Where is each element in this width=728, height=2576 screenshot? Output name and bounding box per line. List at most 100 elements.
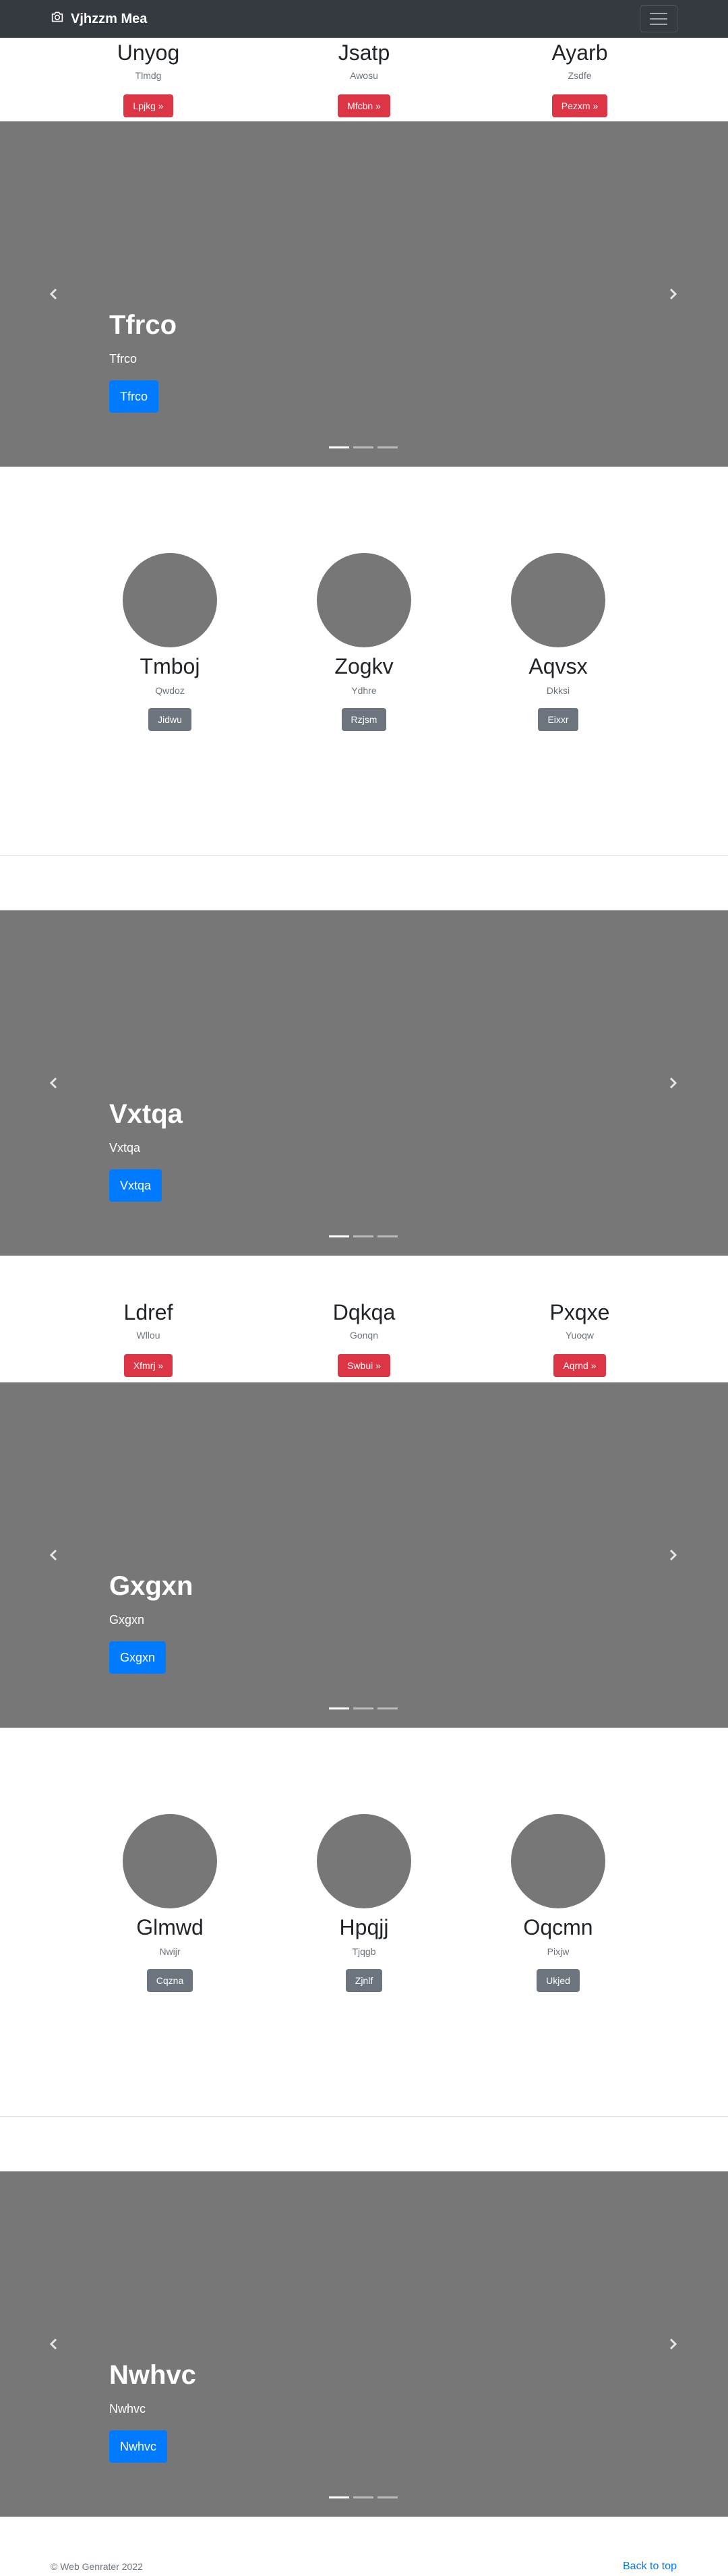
avatar <box>123 553 217 647</box>
person-name: Oqcmn <box>523 1915 593 1939</box>
person-role: Tjqgb <box>352 1946 376 1957</box>
feature-button[interactable]: Aqrnd » <box>553 1354 606 1377</box>
carousel-indicator[interactable] <box>353 446 373 448</box>
carousel-indicator[interactable] <box>377 1235 398 1237</box>
feature-item: Pxqxe Yuoqw Aqrnd » <box>479 1300 681 1377</box>
carousel: Nwhvc Nwhvc Nwhvc <box>0 2171 728 2517</box>
person-card: Hpqjj Tjqgb Zjnlf <box>276 1814 452 1992</box>
carousel-indicators <box>329 1707 398 1709</box>
hamburger-menu-icon <box>650 13 667 14</box>
carousel-next-button[interactable] <box>665 286 681 302</box>
brand-link[interactable]: Vjhzzm Mea <box>51 11 147 27</box>
avatar <box>317 1814 411 1908</box>
carousel-indicator[interactable] <box>377 446 398 448</box>
feature-button[interactable]: Xfmrj » <box>123 1354 173 1377</box>
carousel-text: Vxtqa <box>109 1141 141 1154</box>
section-divider <box>0 855 728 856</box>
carousel-button[interactable]: Gxgxn <box>109 1641 166 1674</box>
carousel-indicators <box>329 1235 398 1237</box>
chevron-right-icon <box>669 2338 677 2350</box>
person-name: Tmboj <box>140 654 200 678</box>
carousel-prev-button[interactable] <box>46 286 62 302</box>
carousel-button[interactable]: Nwhvc <box>109 2430 168 2463</box>
person-card: Aqvsx Dkksi Eixxr <box>471 553 646 731</box>
person-button[interactable]: Jidwu <box>148 708 191 731</box>
person-card: Tmboj Qwdoz Jidwu <box>82 553 257 731</box>
person-role: Dkksi <box>546 685 570 696</box>
carousel-button[interactable]: Vxtqa <box>109 1169 162 1202</box>
carousel-indicator[interactable] <box>329 1707 349 1709</box>
chevron-left-icon <box>49 2338 57 2350</box>
feature-title: Ldref <box>123 1300 173 1324</box>
person-role: Ydhre <box>351 685 377 696</box>
feature-button[interactable]: Lpjkg » <box>123 94 173 117</box>
back-to-top-link[interactable]: Back to top <box>623 2560 677 2573</box>
chevron-left-icon <box>49 288 57 300</box>
person-button[interactable]: Rzjsm <box>341 708 387 731</box>
feature-button[interactable]: Mfcbn » <box>338 94 390 117</box>
carousel: Tfrco Tfrco Tfrco <box>0 121 728 467</box>
feature-item: Jsatp Awosu Mfcbn » <box>263 40 465 117</box>
carousel-button[interactable]: Tfrco <box>109 380 159 413</box>
feature-title: Jsatp <box>338 40 390 65</box>
person-card: Oqcmn Pixjw Ukjed <box>471 1814 646 1992</box>
brand-name: Vjhzzm Mea <box>71 11 148 26</box>
carousel-indicator[interactable] <box>329 446 349 448</box>
carousel-next-button[interactable] <box>665 2336 681 2352</box>
feature-subtitle: Gonqn <box>349 1330 379 1341</box>
camera-icon <box>51 11 64 27</box>
chevron-left-icon <box>49 1077 57 1089</box>
chevron-left-icon <box>49 1549 57 1561</box>
carousel-title: Gxgxn <box>109 1571 193 1601</box>
feature-button[interactable]: Pezxm » <box>551 94 608 117</box>
feature-item: Ayarb Zsdfe Pezxm » <box>479 40 681 117</box>
carousel-next-button[interactable] <box>665 1547 681 1563</box>
carousel-next-button[interactable] <box>665 1075 681 1091</box>
carousel-indicator[interactable] <box>329 2496 349 2498</box>
feature-button[interactable]: Swbui » <box>338 1354 390 1377</box>
carousel-prev-button[interactable] <box>46 1075 62 1091</box>
feature-item: Dqkqa Gonqn Swbui » <box>263 1300 465 1377</box>
feature-item: Unyog Tlmdg Lpjkg » <box>47 40 249 117</box>
chevron-right-icon <box>669 288 677 300</box>
feature-subtitle: Zsdfe <box>568 70 592 81</box>
person-role: Nwijr <box>159 1946 181 1957</box>
footer-copyright: © Web Genrater 2022 <box>51 2561 143 2572</box>
feature-title: Ayarb <box>551 40 608 65</box>
person-role: Qwdoz <box>155 685 185 696</box>
person-button[interactable]: Cqzna <box>146 1969 193 1992</box>
person-name: Zogkv <box>334 654 394 678</box>
carousel: Vxtqa Vxtqa Vxtqa <box>0 910 728 1256</box>
carousel-caption: Gxgxn Gxgxn Gxgxn <box>109 1570 193 1674</box>
navbar-toggle-button[interactable] <box>640 5 677 32</box>
carousel-title: Nwhvc <box>109 2360 196 2390</box>
person-button[interactable]: Zjnlf <box>345 1969 383 1992</box>
feature-item: Ldref Wllou Xfmrj » <box>47 1300 249 1377</box>
carousel-caption: Nwhvc Nwhvc Nwhvc <box>109 2359 196 2463</box>
feature-title: Dqkqa <box>332 1300 396 1324</box>
carousel-text: Nwhvc <box>109 2402 146 2416</box>
avatar <box>511 1814 605 1908</box>
avatar <box>123 1814 217 1908</box>
carousel-prev-button[interactable] <box>46 1547 62 1563</box>
carousel-indicator[interactable] <box>353 1235 373 1237</box>
carousel-indicator[interactable] <box>377 2496 398 2498</box>
chevron-right-icon <box>669 1077 677 1089</box>
carousel-indicator[interactable] <box>377 1707 398 1709</box>
carousel-indicator[interactable] <box>329 1235 349 1237</box>
carousel-indicator[interactable] <box>353 1707 373 1709</box>
person-card: Zogkv Ydhre Rzjsm <box>276 553 452 731</box>
person-button[interactable]: Ukjed <box>537 1969 580 1992</box>
carousel-prev-button[interactable] <box>46 2336 62 2352</box>
carousel-indicator[interactable] <box>353 2496 373 2498</box>
section-divider <box>0 2116 728 2117</box>
person-name: Aqvsx <box>528 654 588 678</box>
person-name: Hpqjj <box>339 1915 389 1939</box>
person-button[interactable]: Eixxr <box>538 708 578 731</box>
person-role: Pixjw <box>547 1946 570 1957</box>
avatar <box>317 553 411 647</box>
carousel-text: Gxgxn <box>109 1613 145 1627</box>
carousel-caption: Tfrco Tfrco Tfrco <box>109 309 177 413</box>
carousel-indicators <box>329 446 398 448</box>
feature-subtitle: Wllou <box>136 1330 160 1341</box>
